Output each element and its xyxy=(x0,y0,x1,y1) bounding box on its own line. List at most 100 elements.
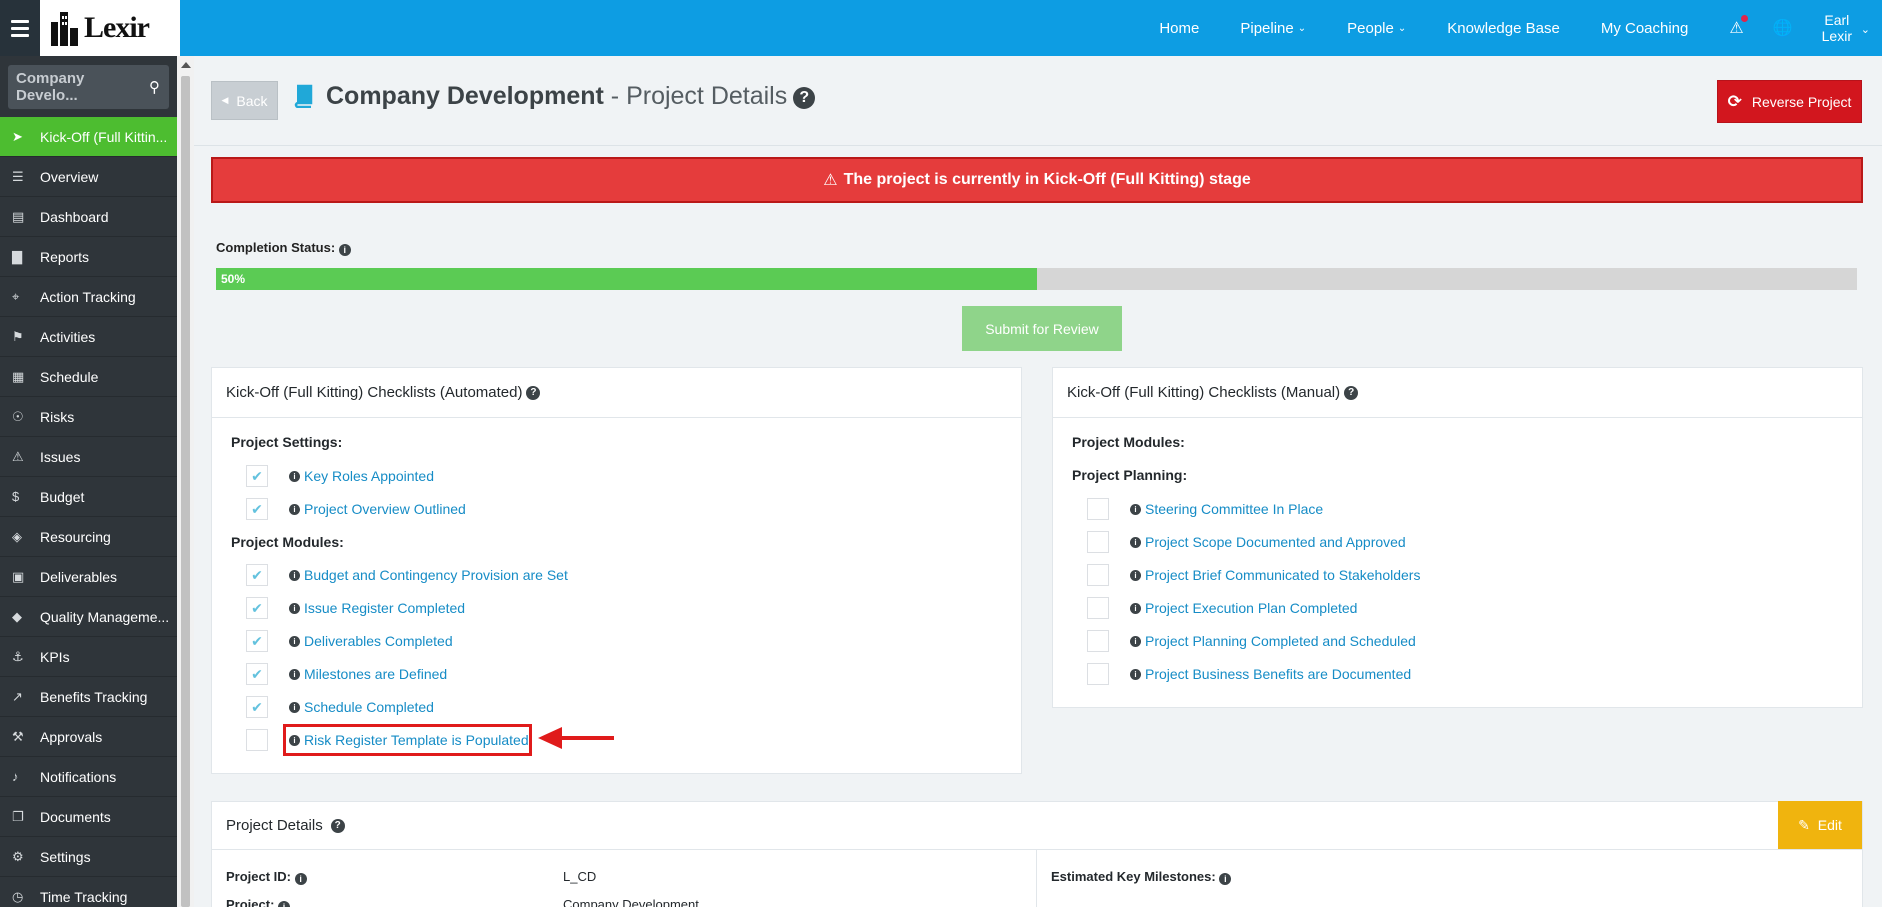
sidebar-item-settings[interactable]: ⚙ Settings xyxy=(0,837,177,877)
checklist-item-label: Project Scope Documented and Approved xyxy=(1145,534,1406,550)
nav-my-coaching[interactable]: My Coaching xyxy=(1601,20,1689,37)
checklist-item-link[interactable]: i Milestones are Defined xyxy=(289,666,447,682)
sidebar-item-notifications[interactable]: ♪ Notifications xyxy=(0,757,177,797)
project-details-header: Project Details ? xyxy=(212,802,1862,850)
info-icon[interactable]: i xyxy=(289,635,300,647)
checklist-item-link[interactable]: i Project Scope Documented and Approved xyxy=(1130,534,1406,550)
checklist-checkbox[interactable]: ✔ xyxy=(246,498,268,520)
help-icon[interactable]: ? xyxy=(793,87,816,109)
sidebar-item-approvals[interactable]: ⚒ Approvals xyxy=(0,717,177,757)
checklist-checkbox[interactable]: ✔ xyxy=(246,564,268,586)
sidebar-search-value: Company Develo... xyxy=(16,70,85,104)
submit-for-review-button[interactable]: Submit for Review xyxy=(962,306,1122,351)
info-icon[interactable]: i xyxy=(1130,536,1141,548)
nav-pipeline[interactable]: Pipeline ⌄ xyxy=(1240,20,1306,37)
info-icon[interactable]: i xyxy=(1130,503,1141,515)
info-icon[interactable]: i xyxy=(1130,635,1141,647)
checklist-checkbox[interactable]: ✔ xyxy=(246,465,268,487)
info-icon[interactable]: i xyxy=(1219,873,1232,885)
dollar-icon: $ xyxy=(12,489,20,504)
sidebar-item-time-tracking[interactable]: ◷ Time Tracking xyxy=(0,877,177,907)
sidebar-item-kick-off-full-kittin[interactable]: ➤ Kick-Off (Full Kittin... xyxy=(0,117,177,157)
sidebar-item-activities[interactable]: ⚑ Activities xyxy=(0,317,177,357)
checklist-checkbox[interactable]: ✔ xyxy=(246,696,268,718)
nav-pipeline-label: Pipeline xyxy=(1240,19,1294,37)
info-icon[interactable]: i xyxy=(1130,602,1141,614)
sidebar-item-reports[interactable]: ▇ Reports xyxy=(0,237,177,277)
checklist-checkbox[interactable] xyxy=(1087,498,1109,520)
checklist-checkbox[interactable] xyxy=(1087,531,1109,553)
project-modules-title: Project Modules: xyxy=(231,534,344,550)
checklist-checkbox[interactable] xyxy=(1087,630,1109,652)
checklist-checkbox[interactable]: ✔ xyxy=(246,663,268,685)
sidebar-search[interactable]: Company Develo... ⚲ xyxy=(8,65,169,109)
project-label-text: Project: xyxy=(226,897,275,907)
info-icon[interactable]: i xyxy=(289,602,300,614)
checklist-item-link[interactable]: i Schedule Completed xyxy=(289,699,434,715)
sidebar-item-risks[interactable]: ☉ Risks xyxy=(0,397,177,437)
info-icon[interactable]: i xyxy=(338,244,351,256)
sidebar-item-issues[interactable]: ⚠ Issues xyxy=(0,437,177,477)
checklist-item-link[interactable]: i Steering Committee In Place xyxy=(1130,501,1323,517)
checklist-item-link[interactable]: i Issue Register Completed xyxy=(289,600,465,616)
hamburger-menu-icon[interactable] xyxy=(0,0,40,56)
sidebar-item-benefits-tracking[interactable]: ↗ Benefits Tracking xyxy=(0,677,177,717)
help-icon[interactable]: ? xyxy=(526,385,541,400)
back-button[interactable]: ◀ Back xyxy=(211,81,278,120)
scroll-up-arrow-icon[interactable] xyxy=(181,62,191,68)
nav-people[interactable]: People ⌄ xyxy=(1347,20,1406,37)
checklist-item-link[interactable]: i Project Overview Outlined xyxy=(289,501,466,517)
info-icon[interactable]: i xyxy=(294,873,307,885)
reverse-project-button[interactable]: ⟳ Reverse Project xyxy=(1717,80,1862,123)
sidebar-item-deliverables[interactable]: ▣ Deliverables xyxy=(0,557,177,597)
user-menu[interactable]: Earl Lexir ⌄ xyxy=(1822,12,1870,44)
sidebar-menu: ➤ Kick-Off (Full Kittin... ☰ Overview ▤ Dashb… xyxy=(0,117,177,907)
chevron-down-icon: ⌄ xyxy=(1397,22,1407,34)
sidebar-item-overview[interactable]: ☰ Overview xyxy=(0,157,177,197)
sidebar-item-documents[interactable]: ❐ Documents xyxy=(0,797,177,837)
checklist-item-link[interactable]: i Key Roles Appointed xyxy=(289,468,434,484)
checklist-checkbox[interactable]: ✔ xyxy=(246,597,268,619)
sidebar-item-action-tracking[interactable]: ⌖ Action Tracking xyxy=(0,277,177,317)
layers-icon: ◈ xyxy=(12,528,22,544)
checklist-item-link[interactable]: i Budget and Contingency Provision are Se… xyxy=(289,567,568,583)
checklist-item-link[interactable]: i Project Brief Communicated to Stakehold… xyxy=(1130,567,1420,583)
caret-left-icon: ◀ xyxy=(221,95,229,105)
app-logo[interactable]: Lexir xyxy=(40,0,180,56)
manual-checklist-title: Kick-Off (Full Kitting) Checklists (Manu… xyxy=(1067,384,1341,401)
info-icon[interactable]: i xyxy=(289,470,300,482)
checklist-item-link[interactable]: i Deliverables Completed xyxy=(289,633,453,649)
nav-knowledge-base[interactable]: Knowledge Base xyxy=(1447,20,1560,37)
info-icon[interactable]: i xyxy=(1130,569,1141,581)
checklist-checkbox[interactable] xyxy=(1087,597,1109,619)
sidebar-item-kpis[interactable]: ⚓ KPIs xyxy=(0,637,177,677)
alerts-warning-icon[interactable]: ⚠ xyxy=(1729,15,1748,38)
sidebar-item-quality-manageme[interactable]: ◆ Quality Manageme... xyxy=(0,597,177,637)
help-icon[interactable]: ? xyxy=(330,818,345,833)
checklist-checkbox[interactable]: ✔ xyxy=(246,630,268,652)
info-icon[interactable]: i xyxy=(289,503,300,515)
checklist-checkbox[interactable] xyxy=(246,729,268,751)
help-icon[interactable]: ? xyxy=(1344,385,1359,400)
info-icon[interactable]: i xyxy=(1130,668,1141,680)
checklist-item-link[interactable]: i Project Execution Plan Completed xyxy=(1130,600,1357,616)
nav-home[interactable]: Home xyxy=(1159,20,1199,37)
info-icon[interactable]: i xyxy=(289,569,300,581)
sidebar-scrollbar-thumb[interactable] xyxy=(181,76,190,907)
page-title: Company Development - Project Details? xyxy=(326,82,816,111)
globe-icon[interactable]: 🌐 xyxy=(1773,18,1793,38)
checklist-checkbox[interactable] xyxy=(1087,663,1109,685)
checklist-checkbox[interactable] xyxy=(1087,564,1109,586)
sidebar-item-budget[interactable]: $ Budget xyxy=(0,477,177,517)
sidebar-item-schedule[interactable]: ▦ Schedule xyxy=(0,357,177,397)
checklist-item-label: Project Business Benefits are Documented xyxy=(1145,666,1412,682)
edit-button[interactable]: ✎ Edit xyxy=(1778,801,1862,849)
checklist-item-link[interactable]: i Project Business Benefits are Documente… xyxy=(1130,666,1411,682)
sidebar-item-resourcing[interactable]: ◈ Resourcing xyxy=(0,517,177,557)
info-icon[interactable]: i xyxy=(289,701,300,713)
search-icon[interactable]: ⚲ xyxy=(149,78,160,96)
sidebar-item-dashboard[interactable]: ▤ Dashboard xyxy=(0,197,177,237)
info-icon[interactable]: i xyxy=(289,668,300,680)
checklist-item-link[interactable]: i Project Planning Completed and Schedule… xyxy=(1130,633,1416,649)
info-icon[interactable]: i xyxy=(278,901,291,907)
